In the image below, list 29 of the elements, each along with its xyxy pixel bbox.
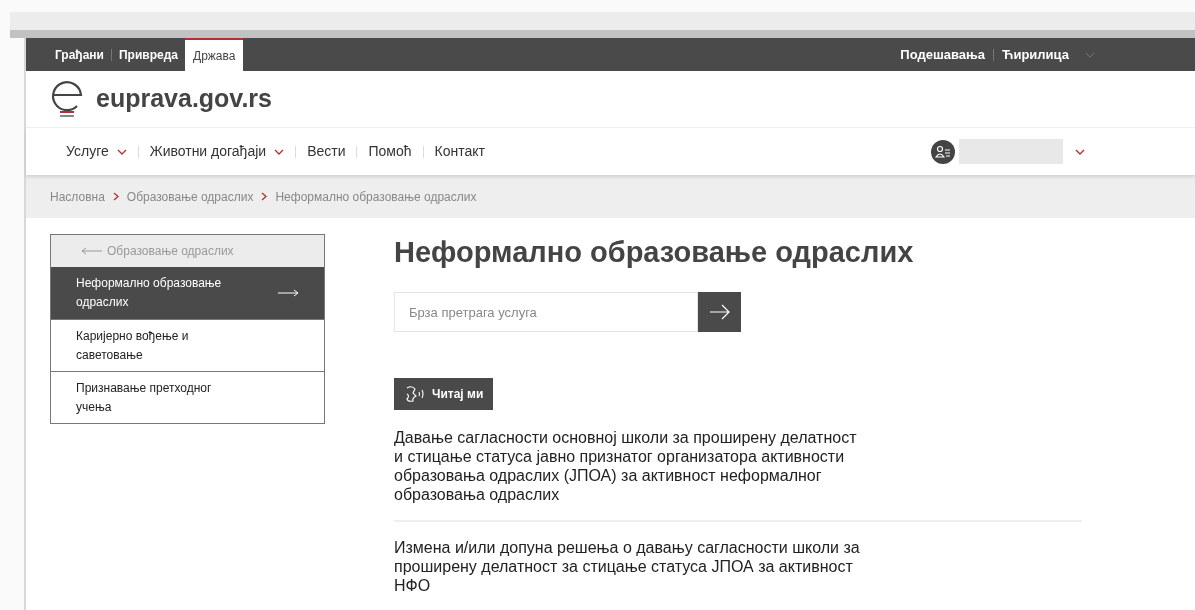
language-selector[interactable]: Ћирилица — [1002, 44, 1095, 65]
nav-item[interactable]: Контакт — [434, 141, 485, 162]
user-avatar-icon[interactable] — [931, 139, 955, 164]
top-tab[interactable]: Грађани — [48, 38, 111, 71]
chevron-right-icon — [112, 192, 119, 201]
nav-item[interactable]: Услуге — [66, 141, 127, 162]
chevron-down-icon — [116, 148, 127, 155]
chevron-down-icon — [1085, 51, 1095, 58]
chevron-down-icon[interactable] — [1075, 148, 1085, 155]
nav-item[interactable]: Вести — [307, 141, 346, 162]
read-aloud-button[interactable]: Читај ми — [394, 378, 494, 410]
arrow-left-icon — [81, 247, 103, 255]
site-name[interactable]: euprava.gov.rs — [96, 80, 272, 118]
service-link[interactable]: Давање сагласности основној школи за проширену делатност и стицање статуса јавно признатог организатора активности образовања одраслих (ЈПОА) за активност неформалног образовања одраслих — [394, 428, 862, 504]
page-title: Неформално образовање одраслих — [394, 235, 915, 270]
nav-item[interactable]: Животни догађаји — [149, 141, 285, 162]
settings-link[interactable]: Подешавања — [900, 44, 986, 65]
logo-icon — [50, 79, 84, 119]
arrow-right-icon — [708, 304, 731, 320]
search-field[interactable]: Брза претрага услуга — [394, 292, 698, 332]
service-link[interactable]: Измена и/или допуна решења о давању сагласности школи за проширену делатност за стицање статуса ЈПОА за активност НФО — [394, 538, 862, 595]
search-button[interactable] — [698, 292, 741, 332]
chevron-right-icon — [261, 192, 268, 201]
nav-item[interactable]: Помоћ — [368, 141, 412, 162]
sidebar-item[interactable]: Неформално образовање одраслих — [51, 267, 324, 319]
top-tab[interactable]: Привреда — [112, 38, 185, 71]
arrow-right-icon — [277, 289, 299, 297]
top-tab[interactable]: Држава — [185, 38, 244, 71]
chevron-down-icon — [274, 148, 285, 155]
